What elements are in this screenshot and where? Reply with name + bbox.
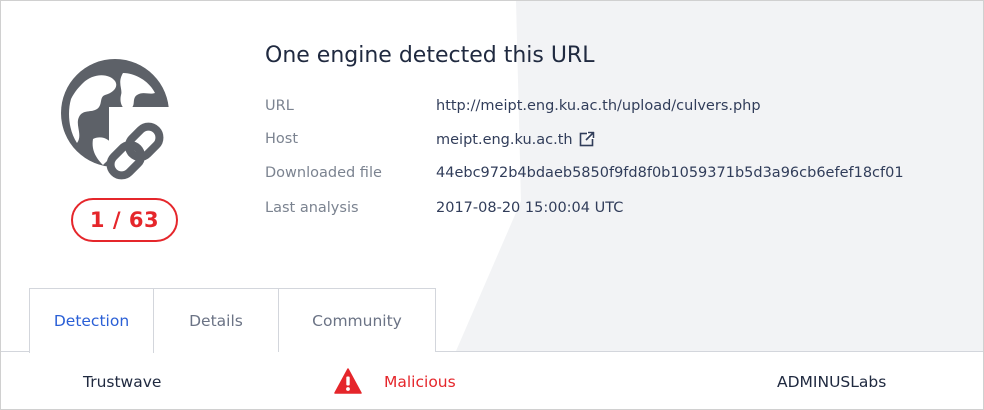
verdict-label: Malicious — [384, 373, 456, 391]
engine-name: ADMINUSLabs — [777, 373, 887, 391]
warning-icon — [334, 368, 362, 394]
downloaded-file-value[interactable]: 44ebc972b4bdaeb5850f9fd8f0b1059371b5d3a9… — [436, 165, 904, 181]
detection-score-badge: 1 / 63 — [71, 198, 178, 242]
host-value: meipt.eng.ku.ac.th — [436, 132, 573, 148]
last-analysis-label: Last analysis — [265, 200, 359, 216]
tab-community[interactable]: Community — [278, 288, 436, 352]
engine-name: Trustwave — [83, 373, 162, 391]
tab-details[interactable]: Details — [153, 288, 279, 352]
page-title: One engine detected this URL — [265, 43, 595, 68]
last-analysis-value: 2017-08-20 15:00:04 UTC — [436, 200, 624, 216]
tab-detection[interactable]: Detection — [29, 288, 154, 353]
host-value-container: meipt.eng.ku.ac.th — [436, 131, 595, 148]
external-link-icon[interactable] — [579, 131, 595, 147]
url-value: http://meipt.eng.ku.ac.th/upload/culvers… — [436, 98, 761, 114]
downloaded-file-label: Downloaded file — [265, 165, 382, 181]
report-panel: 1 / 63 One engine detected this URL URL … — [0, 0, 984, 410]
globe-link-icon — [61, 59, 187, 185]
url-label: URL — [265, 98, 294, 114]
host-label: Host — [265, 131, 299, 147]
